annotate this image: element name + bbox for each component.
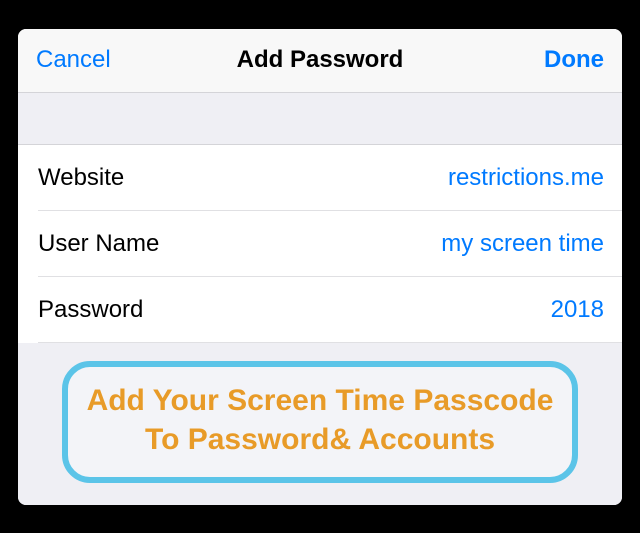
section-spacer <box>18 93 622 145</box>
username-label: User Name <box>38 230 159 258</box>
instruction-text: Add Your Screen Time Passcode To Passwor… <box>78 381 562 459</box>
callout-container: Add Your Screen Time Passcode To Passwor… <box>18 343 622 505</box>
username-input[interactable] <box>264 230 604 258</box>
password-row[interactable]: Password <box>18 277 622 343</box>
add-password-screen: Cancel Add Password Done Website User Na… <box>18 29 622 505</box>
done-button[interactable]: Done <box>509 46 604 74</box>
website-label: Website <box>38 164 124 192</box>
password-input[interactable] <box>264 296 604 324</box>
instruction-callout: Add Your Screen Time Passcode To Passwor… <box>62 361 578 483</box>
password-label: Password <box>38 296 143 324</box>
username-row[interactable]: User Name <box>18 211 622 277</box>
website-row[interactable]: Website <box>18 145 622 211</box>
page-title: Add Password <box>237 46 404 74</box>
cancel-button[interactable]: Cancel <box>36 46 131 74</box>
website-input[interactable] <box>264 164 604 192</box>
navigation-bar: Cancel Add Password Done <box>18 29 622 93</box>
